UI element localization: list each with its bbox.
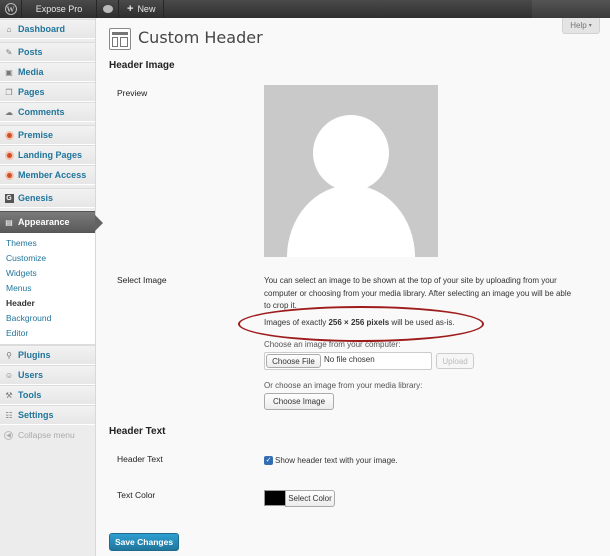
landing-icon: [4, 150, 14, 160]
sidebar-item-label: Posts: [18, 47, 43, 57]
tools-icon: ⚒: [5, 390, 13, 400]
appearance-submenu: Themes Customize Widgets Menus Header Ba…: [0, 233, 95, 345]
admin-bar-account[interactable]: [532, 0, 610, 18]
home-icon: ⌂: [6, 24, 12, 34]
choose-file-button[interactable]: Choose File: [266, 354, 321, 368]
sidebar-item-label: Plugins: [18, 350, 51, 360]
sidebar-item-users[interactable]: ☺ Users: [0, 365, 95, 385]
sidebar-item-label: Premise: [18, 130, 54, 140]
sidebar-item-label: Appearance: [18, 217, 70, 227]
collapse-arrow-icon: ◀: [4, 430, 13, 440]
member-icon: [4, 170, 14, 180]
appearance-icon: ▤: [5, 217, 13, 227]
admin-sidebar: ⌂ Dashboard ✎ Posts ▣ Media ❐ Pages ☁ Co…: [0, 18, 103, 556]
default-avatar-icon: [264, 85, 438, 257]
admin-bar: W Expose Pro + New: [0, 0, 610, 18]
sidebar-item-label: Dashboard: [18, 24, 66, 34]
submenu-item-menus[interactable]: Menus: [0, 281, 95, 296]
wordpress-icon: W: [4, 3, 17, 15]
plus-icon: +: [127, 3, 134, 15]
sidebar-item-genesis[interactable]: G Genesis: [0, 188, 95, 208]
submenu-item-editor[interactable]: Editor: [0, 326, 95, 341]
submenu-item-widgets[interactable]: Widgets: [0, 266, 95, 281]
premise-icon: [4, 130, 14, 140]
new-content-button[interactable]: + New: [119, 0, 165, 18]
wordpress-logo-button[interactable]: W: [0, 0, 22, 18]
submenu-item-background[interactable]: Background: [0, 311, 95, 326]
header-image-preview: [264, 85, 438, 257]
sidebar-item-label: Users: [18, 370, 44, 380]
sidebar-item-label: Comments: [18, 107, 65, 117]
pages-icon: ❐: [5, 87, 13, 97]
sidebar-item-pages[interactable]: ❐ Pages: [0, 82, 95, 102]
chevron-down-icon: ▾: [588, 23, 592, 29]
sidebar-item-media[interactable]: ▣ Media: [0, 62, 95, 82]
sidebar-item-tools[interactable]: ⚒ Tools: [0, 385, 95, 405]
users-icon: ☺: [4, 370, 14, 380]
sidebar-item-comments[interactable]: ☁ Comments: [0, 102, 95, 122]
sidebar-item-landing-pages[interactable]: Landing Pages: [0, 145, 95, 165]
header-text-section-title: Header Text: [109, 426, 166, 437]
show-header-text-label: Show header text with your image.: [275, 456, 398, 465]
sidebar-item-settings[interactable]: ☷ Settings: [0, 405, 95, 425]
color-swatch[interactable]: [264, 490, 286, 506]
submenu-item-header[interactable]: Header: [0, 296, 95, 311]
help-tab[interactable]: Help ▾: [562, 18, 600, 34]
submenu-item-customize[interactable]: Customize: [0, 251, 95, 266]
submenu-item-themes[interactable]: Themes: [0, 236, 95, 251]
save-changes-button[interactable]: Save Changes: [109, 533, 179, 551]
sidebar-item-label: Tools: [18, 390, 42, 400]
site-name-link[interactable]: Expose Pro: [22, 0, 97, 18]
sidebar-item-member-access[interactable]: Member Access: [0, 165, 95, 185]
sidebar-item-label: Settings: [18, 410, 54, 420]
select-color-button[interactable]: Select Color: [285, 490, 335, 507]
sidebar-item-label: Landing Pages: [18, 150, 83, 160]
sidebar-item-plugins[interactable]: ⚲ Plugins: [0, 345, 95, 365]
upload-label: Choose an image from your computer:: [264, 340, 401, 349]
help-label: Help: [570, 21, 587, 30]
upload-button[interactable]: Upload: [436, 353, 474, 369]
media-icon: ▣: [5, 67, 13, 77]
comments-button[interactable]: [97, 0, 119, 18]
choose-image-button[interactable]: Choose Image: [264, 393, 334, 410]
plugin-icon: ⚲: [6, 350, 12, 360]
preview-label: Preview: [117, 88, 148, 98]
header-image-section-title: Header Image: [109, 60, 175, 71]
sidebar-item-label: Genesis: [18, 193, 54, 203]
sidebar-item-label: Member Access: [18, 170, 87, 180]
sidebar-item-label: Media: [18, 67, 44, 77]
comment-bubble-icon: [102, 5, 113, 13]
pin-icon: ✎: [5, 47, 13, 57]
genesis-icon: G: [4, 193, 14, 203]
highlight-ellipse: [238, 306, 484, 342]
appearance-page-icon: [109, 28, 131, 50]
show-header-text-checkbox[interactable]: ✓: [264, 456, 273, 465]
text-color-label: Text Color: [117, 490, 156, 500]
comment-icon: ☁: [5, 107, 13, 117]
settings-icon: ☷: [5, 410, 13, 420]
collapse-menu-button[interactable]: ◀ Collapse menu: [0, 425, 95, 445]
no-file-text: No file chosen: [324, 355, 375, 364]
sidebar-item-posts[interactable]: ✎ Posts: [0, 42, 95, 62]
new-label: New: [137, 4, 156, 14]
sidebar-item-dashboard[interactable]: ⌂ Dashboard: [0, 19, 95, 39]
sidebar-item-premise[interactable]: Premise: [0, 125, 95, 145]
media-library-label: Or choose an image from your media libra…: [264, 381, 423, 390]
select-image-label: Select Image: [117, 275, 167, 285]
page-title: Custom Header: [138, 28, 263, 47]
sidebar-item-label: Pages: [18, 87, 45, 97]
sidebar-item-appearance[interactable]: ▤ Appearance: [0, 211, 103, 233]
collapse-menu-label: Collapse menu: [18, 430, 75, 440]
header-text-label: Header Text: [117, 454, 163, 464]
